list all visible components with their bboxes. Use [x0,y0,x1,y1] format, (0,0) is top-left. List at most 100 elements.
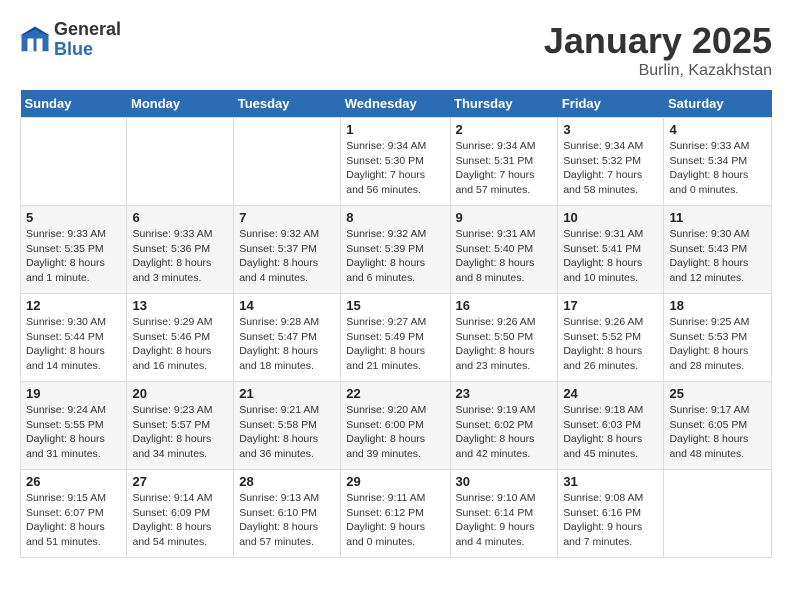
day-info: Sunrise: 9:23 AMSunset: 5:57 PMDaylight:… [132,403,228,462]
calendar-cell: 29 Sunrise: 9:11 AMSunset: 6:12 PMDaylig… [341,470,450,558]
day-info: Sunrise: 9:10 AMSunset: 6:14 PMDaylight:… [456,491,553,550]
calendar-cell: 17 Sunrise: 9:26 AMSunset: 5:52 PMDaylig… [558,294,664,382]
day-number: 30 [456,474,553,489]
calendar-week-row: 26 Sunrise: 9:15 AMSunset: 6:07 PMDaylig… [21,470,772,558]
header-wednesday: Wednesday [341,90,450,118]
weekday-header-row: Sunday Monday Tuesday Wednesday Thursday… [21,90,772,118]
calendar-cell: 12 Sunrise: 9:30 AMSunset: 5:44 PMDaylig… [21,294,127,382]
calendar-title: January 2025 [544,20,772,62]
header-saturday: Saturday [664,90,772,118]
day-info: Sunrise: 9:32 AMSunset: 5:37 PMDaylight:… [239,227,335,286]
day-number: 20 [132,386,228,401]
day-info: Sunrise: 9:34 AMSunset: 5:30 PMDaylight:… [346,139,444,198]
day-number: 29 [346,474,444,489]
day-info: Sunrise: 9:18 AMSunset: 6:03 PMDaylight:… [563,403,658,462]
calendar-cell: 20 Sunrise: 9:23 AMSunset: 5:57 PMDaylig… [127,382,234,470]
calendar-cell: 27 Sunrise: 9:14 AMSunset: 6:09 PMDaylig… [127,470,234,558]
calendar-cell: 7 Sunrise: 9:32 AMSunset: 5:37 PMDayligh… [234,206,341,294]
day-info: Sunrise: 9:34 AMSunset: 5:31 PMDaylight:… [456,139,553,198]
day-number: 9 [456,210,553,225]
day-number: 27 [132,474,228,489]
calendar-cell: 8 Sunrise: 9:32 AMSunset: 5:39 PMDayligh… [341,206,450,294]
day-info: Sunrise: 9:30 AMSunset: 5:43 PMDaylight:… [669,227,766,286]
logo-icon [20,25,50,55]
calendar-cell: 15 Sunrise: 9:27 AMSunset: 5:49 PMDaylig… [341,294,450,382]
calendar-cell [234,118,341,206]
day-number: 23 [456,386,553,401]
day-number: 13 [132,298,228,313]
day-info: Sunrise: 9:28 AMSunset: 5:47 PMDaylight:… [239,315,335,374]
calendar-week-row: 12 Sunrise: 9:30 AMSunset: 5:44 PMDaylig… [21,294,772,382]
calendar-cell: 4 Sunrise: 9:33 AMSunset: 5:34 PMDayligh… [664,118,772,206]
calendar-week-row: 5 Sunrise: 9:33 AMSunset: 5:35 PMDayligh… [21,206,772,294]
calendar-week-row: 19 Sunrise: 9:24 AMSunset: 5:55 PMDaylig… [21,382,772,470]
calendar-table: Sunday Monday Tuesday Wednesday Thursday… [20,90,772,558]
day-info: Sunrise: 9:19 AMSunset: 6:02 PMDaylight:… [456,403,553,462]
day-number: 11 [669,210,766,225]
day-info: Sunrise: 9:08 AMSunset: 6:16 PMDaylight:… [563,491,658,550]
calendar-cell: 13 Sunrise: 9:29 AMSunset: 5:46 PMDaylig… [127,294,234,382]
header-tuesday: Tuesday [234,90,341,118]
calendar-cell: 5 Sunrise: 9:33 AMSunset: 5:35 PMDayligh… [21,206,127,294]
day-info: Sunrise: 9:34 AMSunset: 5:32 PMDaylight:… [563,139,658,198]
header-friday: Friday [558,90,664,118]
calendar-cell: 9 Sunrise: 9:31 AMSunset: 5:40 PMDayligh… [450,206,558,294]
day-number: 5 [26,210,121,225]
day-info: Sunrise: 9:20 AMSunset: 6:00 PMDaylight:… [346,403,444,462]
day-number: 21 [239,386,335,401]
day-number: 17 [563,298,658,313]
calendar-cell: 28 Sunrise: 9:13 AMSunset: 6:10 PMDaylig… [234,470,341,558]
day-info: Sunrise: 9:30 AMSunset: 5:44 PMDaylight:… [26,315,121,374]
day-number: 6 [132,210,228,225]
header-monday: Monday [127,90,234,118]
calendar-cell: 14 Sunrise: 9:28 AMSunset: 5:47 PMDaylig… [234,294,341,382]
calendar-cell: 1 Sunrise: 9:34 AMSunset: 5:30 PMDayligh… [341,118,450,206]
calendar-cell: 30 Sunrise: 9:10 AMSunset: 6:14 PMDaylig… [450,470,558,558]
day-number: 2 [456,122,553,137]
calendar-cell: 22 Sunrise: 9:20 AMSunset: 6:00 PMDaylig… [341,382,450,470]
day-number: 12 [26,298,121,313]
day-info: Sunrise: 9:25 AMSunset: 5:53 PMDaylight:… [669,315,766,374]
calendar-cell: 2 Sunrise: 9:34 AMSunset: 5:31 PMDayligh… [450,118,558,206]
day-number: 10 [563,210,658,225]
day-number: 19 [26,386,121,401]
day-info: Sunrise: 9:31 AMSunset: 5:41 PMDaylight:… [563,227,658,286]
calendar-cell: 3 Sunrise: 9:34 AMSunset: 5:32 PMDayligh… [558,118,664,206]
day-info: Sunrise: 9:26 AMSunset: 5:52 PMDaylight:… [563,315,658,374]
calendar-cell: 31 Sunrise: 9:08 AMSunset: 6:16 PMDaylig… [558,470,664,558]
calendar-cell: 19 Sunrise: 9:24 AMSunset: 5:55 PMDaylig… [21,382,127,470]
day-info: Sunrise: 9:15 AMSunset: 6:07 PMDaylight:… [26,491,121,550]
day-number: 24 [563,386,658,401]
day-info: Sunrise: 9:33 AMSunset: 5:35 PMDaylight:… [26,227,121,286]
day-number: 26 [26,474,121,489]
day-info: Sunrise: 9:33 AMSunset: 5:36 PMDaylight:… [132,227,228,286]
day-number: 15 [346,298,444,313]
day-number: 16 [456,298,553,313]
calendar-subtitle: Burlin, Kazakhstan [544,62,772,80]
calendar-cell: 16 Sunrise: 9:26 AMSunset: 5:50 PMDaylig… [450,294,558,382]
calendar-cell: 6 Sunrise: 9:33 AMSunset: 5:36 PMDayligh… [127,206,234,294]
day-number: 14 [239,298,335,313]
day-number: 31 [563,474,658,489]
calendar-cell: 23 Sunrise: 9:19 AMSunset: 6:02 PMDaylig… [450,382,558,470]
calendar-cell: 25 Sunrise: 9:17 AMSunset: 6:05 PMDaylig… [664,382,772,470]
day-number: 28 [239,474,335,489]
calendar-cell: 11 Sunrise: 9:30 AMSunset: 5:43 PMDaylig… [664,206,772,294]
logo: General Blue [20,20,121,60]
day-info: Sunrise: 9:14 AMSunset: 6:09 PMDaylight:… [132,491,228,550]
day-number: 7 [239,210,335,225]
page-header: General Blue January 2025 Burlin, Kazakh… [20,20,772,80]
header-sunday: Sunday [21,90,127,118]
day-number: 18 [669,298,766,313]
day-info: Sunrise: 9:17 AMSunset: 6:05 PMDaylight:… [669,403,766,462]
calendar-cell [127,118,234,206]
day-info: Sunrise: 9:13 AMSunset: 6:10 PMDaylight:… [239,491,335,550]
day-number: 25 [669,386,766,401]
header-thursday: Thursday [450,90,558,118]
calendar-cell: 10 Sunrise: 9:31 AMSunset: 5:41 PMDaylig… [558,206,664,294]
day-number: 1 [346,122,444,137]
day-number: 3 [563,122,658,137]
title-block: January 2025 Burlin, Kazakhstan [544,20,772,80]
calendar-cell: 21 Sunrise: 9:21 AMSunset: 5:58 PMDaylig… [234,382,341,470]
day-number: 4 [669,122,766,137]
